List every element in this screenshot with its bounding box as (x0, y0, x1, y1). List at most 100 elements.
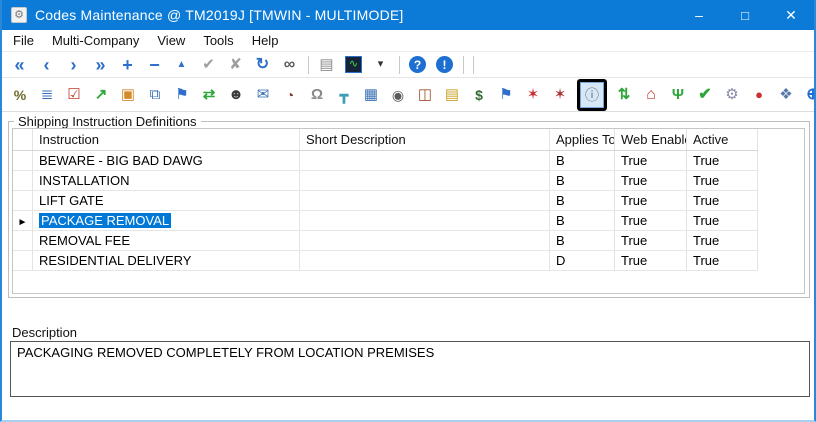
monitor-button[interactable]: ∿ (342, 53, 365, 76)
cell-short-description (300, 231, 550, 250)
cell-short-description (300, 151, 550, 170)
table-row[interactable]: BEWARE - BIG BAD DAWGBTrueTrue (13, 151, 758, 171)
notes-icon: ≣ (39, 86, 56, 103)
first-record-button[interactable]: « (8, 53, 31, 76)
tree-button[interactable]: Ψ (666, 82, 690, 108)
print-button[interactable]: ▤ (315, 53, 338, 76)
transfer-button[interactable]: ⇅ (612, 82, 636, 108)
last-record-button[interactable]: » (89, 53, 112, 76)
add-record-button[interactable]: + (116, 53, 139, 76)
camera-button[interactable]: ◉ (386, 82, 410, 108)
add-record-icon: + (119, 56, 136, 74)
menu-item-help[interactable]: Help (243, 30, 288, 51)
row-selector-cell (13, 231, 33, 250)
monitor-icon: ∿ (345, 56, 362, 73)
globe-button[interactable]: ⊕ (801, 82, 816, 108)
gauge-button[interactable]: ◔ (278, 82, 302, 108)
table-row[interactable]: RESIDENTIAL DELIVERYDTrueTrue (13, 251, 758, 271)
help-button[interactable]: ? (406, 53, 429, 76)
first-record-icon: « (11, 56, 28, 74)
camera-icon: ◉ (390, 86, 407, 103)
column-header-active[interactable]: Active (687, 129, 758, 150)
compass-button[interactable]: ❖ (774, 82, 798, 108)
row-selector-header (13, 129, 33, 150)
gears-button[interactable]: ⚙ (720, 82, 744, 108)
previous-record-button[interactable]: ‹ (35, 53, 58, 76)
cell-short-description (300, 171, 550, 190)
shipping-instructions-button[interactable]: ⓘ (580, 82, 604, 108)
calendar-button[interactable]: ▦ (359, 82, 383, 108)
column-header-applies-to[interactable]: Applies To (550, 129, 615, 150)
store-button[interactable]: ◫ (413, 82, 437, 108)
mail-check-button[interactable]: ✉ (251, 82, 275, 108)
org-chart-button[interactable]: ┳ (332, 82, 356, 108)
home-button[interactable]: ⌂ (639, 82, 663, 108)
shipping-instruction-definitions-group: Shipping Instruction Definitions Instruc… (8, 121, 810, 298)
mail-check-icon: ✉ (255, 86, 272, 103)
refresh-button[interactable]: ↻ (251, 53, 274, 76)
title-bar: ⚙ Codes Maintenance @ TM2019J [TMWIN - M… (2, 0, 814, 30)
menu-item-tools[interactable]: Tools (194, 30, 242, 51)
toolbar-separator (473, 56, 474, 74)
edit-record-button[interactable]: ▲ (170, 53, 193, 76)
invoice-button[interactable]: $ (467, 82, 491, 108)
table-row[interactable]: ►PACKAGE REMOVALBTrueTrue (13, 211, 758, 231)
shipping-instructions-grid[interactable]: Instruction Short Description Applies To… (12, 128, 805, 294)
chart-button[interactable]: ↗ (89, 82, 113, 108)
network-button[interactable]: ✶ (548, 82, 572, 108)
menu-item-file[interactable]: File (4, 30, 43, 51)
save-button[interactable]: ✔ (197, 53, 220, 76)
package-icon: ▣ (120, 86, 137, 103)
about-button[interactable]: ! (433, 53, 456, 76)
notes-button[interactable]: ≣ (35, 82, 59, 108)
find-icon: ∞ (281, 56, 298, 73)
menu-item-view[interactable]: View (148, 30, 194, 51)
app-icon: ⚙ (11, 7, 27, 23)
table-row[interactable]: LIFT GATEBTrueTrue (13, 191, 758, 211)
table-row[interactable]: REMOVAL FEEBTrueTrue (13, 231, 758, 251)
cell-active: True (687, 231, 758, 250)
column-header-short-description[interactable]: Short Description (300, 129, 550, 150)
cell-active: True (687, 151, 758, 170)
horseshoe-button[interactable]: Ω (305, 82, 329, 108)
column-header-instruction[interactable]: Instruction (33, 129, 300, 150)
copy-check-icon: ⧉ (147, 86, 164, 103)
next-record-button[interactable]: › (62, 53, 85, 76)
percent-button[interactable]: % (8, 82, 32, 108)
supplies-button[interactable]: ▤ (440, 82, 464, 108)
find-button[interactable]: ∞ (278, 53, 301, 76)
window-title: Codes Maintenance @ TM2019J [TMWIN - MUL… (35, 7, 404, 23)
approve-icon: ✔ (697, 86, 714, 103)
cell-short-description (300, 191, 550, 210)
monitor-dropdown-button[interactable]: ▾ (369, 53, 392, 76)
home-icon: ⌂ (643, 86, 660, 103)
package-button[interactable]: ▣ (116, 82, 140, 108)
minimize-button[interactable]: – (676, 0, 722, 30)
checklist-icon: ☑ (66, 86, 83, 103)
table-row[interactable]: INSTALLATIONBTrueTrue (13, 171, 758, 191)
cell-active: True (687, 211, 758, 230)
cancel-button[interactable]: ✘ (224, 53, 247, 76)
network-error-button[interactable]: ✶ (521, 82, 545, 108)
export-card-button[interactable]: ⇄ (197, 82, 221, 108)
car-button[interactable]: ● (747, 82, 771, 108)
network-icon: ✶ (552, 86, 569, 103)
grid-columns-block: Instruction Short Description Applies To… (13, 129, 758, 271)
close-button[interactable]: ✕ (768, 0, 814, 30)
menu-item-multi-company[interactable]: Multi-Company (43, 30, 148, 51)
car-icon: ● (751, 86, 768, 103)
column-header-web-enabled[interactable]: Web Enabled (615, 129, 687, 150)
approve-button[interactable]: ✔ (693, 82, 717, 108)
maximize-button[interactable]: □ (722, 0, 768, 30)
edit-record-icon: ▲ (173, 56, 190, 73)
flag-button[interactable]: ⚑ (170, 82, 194, 108)
compass-icon: ❖ (778, 86, 795, 103)
checklist-button[interactable]: ☑ (62, 82, 86, 108)
person-button[interactable]: ☻ (224, 82, 248, 108)
copy-check-button[interactable]: ⧉ (143, 82, 167, 108)
last-record-icon: » (92, 56, 109, 74)
cell-short-description (300, 211, 550, 230)
routing-flag-button[interactable]: ⚑ (494, 82, 518, 108)
description-field[interactable]: PACKAGING REMOVED COMPLETELY FROM LOCATI… (10, 341, 810, 397)
delete-record-button[interactable]: − (143, 53, 166, 76)
